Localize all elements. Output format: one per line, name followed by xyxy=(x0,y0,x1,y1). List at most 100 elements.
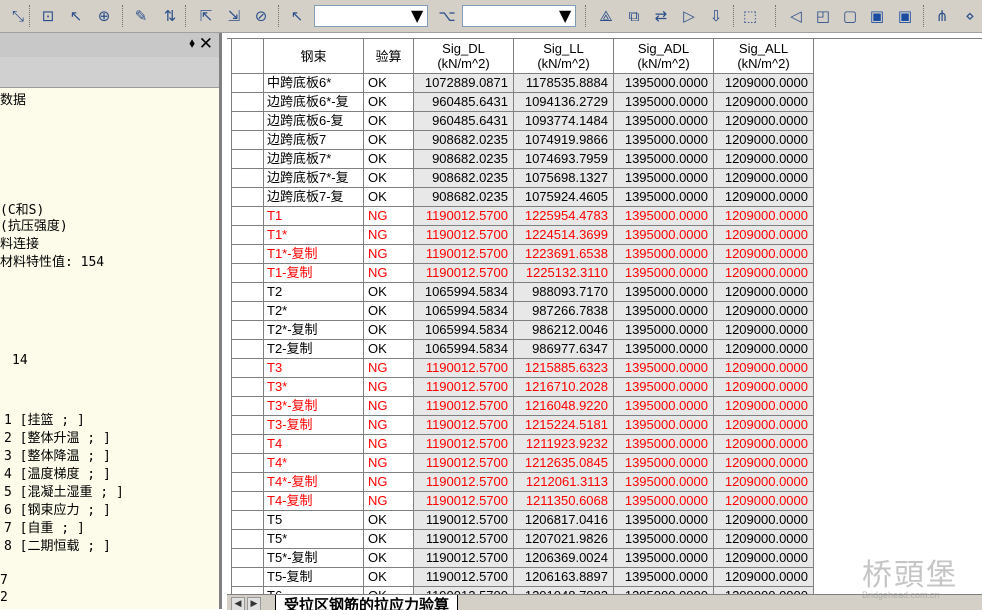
table-row[interactable]: 边跨底板7 OK 908682.0235 1074919.9866 1395000.00… xyxy=(231,130,814,150)
sig-ll-cell[interactable]: 1094136.2729 xyxy=(513,92,614,112)
table-row[interactable]: T2 OK 1065994.5834 988093.7170 1395000.0000 1… xyxy=(231,282,814,302)
sig-adl-cell[interactable]: 1395000.0000 xyxy=(613,225,714,245)
sig-adl-cell[interactable]: 1395000.0000 xyxy=(613,453,714,473)
sig-all-cell[interactable]: 1209000.0000 xyxy=(713,472,814,492)
check-cell[interactable]: OK xyxy=(363,320,414,340)
sig-all-cell[interactable]: 1209000.0000 xyxy=(713,149,814,169)
sig-ll-cell[interactable]: 988093.7170 xyxy=(513,282,614,302)
col-header-sig-all[interactable]: Sig_ALL (kN/m^2) xyxy=(713,38,814,74)
tendon-cell[interactable]: T1 xyxy=(263,206,364,226)
sig-ll-cell[interactable]: 1178535.8884 xyxy=(513,73,614,93)
table-row[interactable]: T3*-复制 NG 1190012.5700 1216048.9220 1395000.… xyxy=(231,396,814,416)
sig-dl-cell[interactable]: 908682.0235 xyxy=(413,130,514,150)
check-cell[interactable]: OK xyxy=(363,92,414,112)
tendon-cell[interactable]: T4*-复制 xyxy=(263,472,364,492)
tendon-cell[interactable]: T4-复制 xyxy=(263,491,364,511)
bracket-icon[interactable]: ⧉ xyxy=(624,6,644,26)
sig-ll-cell[interactable]: 1075924.4605 xyxy=(513,187,614,207)
tendon-cell[interactable]: 边跨底板6-复 xyxy=(263,111,364,131)
tendon-cell[interactable]: T3*-复制 xyxy=(263,396,364,416)
sig-ll-cell[interactable]: 1207021.9826 xyxy=(513,529,614,549)
row-header[interactable] xyxy=(231,415,264,435)
row-header[interactable] xyxy=(231,358,264,378)
tree-item[interactable]: 6 [钢束应力 ; ] xyxy=(4,503,111,519)
sig-all-cell[interactable]: 1209000.0000 xyxy=(713,491,814,511)
table-row[interactable]: T3* NG 1190012.5700 1216710.2028 1395000.000… xyxy=(231,377,814,397)
sig-all-cell[interactable]: 1209000.0000 xyxy=(713,206,814,226)
col-header-sig-dl[interactable]: Sig_DL (kN/m^2) xyxy=(413,38,514,74)
sig-adl-cell[interactable]: 1395000.0000 xyxy=(613,168,714,188)
sig-ll-cell[interactable]: 1206163.8897 xyxy=(513,567,614,587)
sig-dl-cell[interactable]: 960485.6431 xyxy=(413,111,514,131)
check-cell[interactable]: OK xyxy=(363,567,414,587)
sig-all-cell[interactable]: 1209000.0000 xyxy=(713,529,814,549)
sig-adl-cell[interactable]: 1395000.0000 xyxy=(613,73,714,93)
tendon-cell[interactable]: T2*-复制 xyxy=(263,320,364,340)
sig-dl-cell[interactable]: 1190012.5700 xyxy=(413,225,514,245)
table-row[interactable]: T2-复制 OK 1065994.5834 986977.6347 1395000.00… xyxy=(231,339,814,359)
check-cell[interactable]: NG xyxy=(363,377,414,397)
sig-adl-cell[interactable]: 1395000.0000 xyxy=(613,244,714,264)
sig-all-cell[interactable]: 1209000.0000 xyxy=(713,339,814,359)
tendon-cell[interactable]: T2* xyxy=(263,301,364,321)
rotate-view-icon[interactable]: ⊕ xyxy=(94,6,114,26)
sig-adl-cell[interactable]: 1395000.0000 xyxy=(613,339,714,359)
sig-adl-cell[interactable]: 1395000.0000 xyxy=(613,548,714,568)
sig-all-cell[interactable]: 1209000.0000 xyxy=(713,263,814,283)
table-row[interactable]: 边跨底板6-复 OK 960485.6431 1093774.1484 1395000.… xyxy=(231,111,814,131)
select-tool-icon[interactable]: ⤡ xyxy=(8,6,28,26)
sig-dl-cell[interactable]: 1190012.5700 xyxy=(413,377,514,397)
sig-dl-cell[interactable]: 1190012.5700 xyxy=(413,491,514,511)
sig-dl-cell[interactable]: 1190012.5700 xyxy=(413,567,514,587)
tendon-cell[interactable]: 边跨底板6*-复 xyxy=(263,92,364,112)
tree-item[interactable]: 7 [自重 ; ] xyxy=(4,521,85,537)
sig-all-cell[interactable]: 1209000.0000 xyxy=(713,92,814,112)
swap-icon[interactable]: ⇄ xyxy=(651,6,671,26)
sig-dl-cell[interactable]: 1190012.5700 xyxy=(413,548,514,568)
sig-all-cell[interactable]: 1209000.0000 xyxy=(713,225,814,245)
sig-ll-cell[interactable]: 1223691.6538 xyxy=(513,244,614,264)
monitor-icon[interactable]: ▣ xyxy=(867,6,887,26)
filter-node-icon[interactable]: ⌥ xyxy=(437,6,457,26)
tree-item[interactable]: 3 [整体降温 ; ] xyxy=(4,449,111,465)
tendon-cell[interactable]: T5-复制 xyxy=(263,567,364,587)
tab-next-icon[interactable]: ▶ xyxy=(247,597,261,610)
corner-cell[interactable] xyxy=(231,38,264,74)
col-header-sig-ll[interactable]: Sig_LL (kN/m^2) xyxy=(513,38,614,74)
tendon-cell[interactable]: 边跨底板7*-复 xyxy=(263,168,364,188)
sig-ll-cell[interactable]: 1074693.7959 xyxy=(513,149,614,169)
tendon-cell[interactable]: T2-复制 xyxy=(263,339,364,359)
table-row[interactable]: 边跨底板6*-复 OK 960485.6431 1094136.2729 1395000… xyxy=(231,92,814,112)
sig-ll-cell[interactable]: 1225132.3110 xyxy=(513,263,614,283)
pin-icon[interactable]: ⬧ xyxy=(189,36,195,51)
sig-ll-cell[interactable]: 1225954.4783 xyxy=(513,206,614,226)
check-cell[interactable]: OK xyxy=(363,282,414,302)
row-header[interactable] xyxy=(231,377,264,397)
tendon-cell[interactable]: T5*-复制 xyxy=(263,548,364,568)
sig-all-cell[interactable]: 1209000.0000 xyxy=(713,168,814,188)
tree-item[interactable]: 4 [温度梯度 ; ] xyxy=(4,467,111,483)
table-row[interactable]: T2* OK 1065994.5834 987266.7838 1395000.0000… xyxy=(231,301,814,321)
sig-all-cell[interactable]: 1209000.0000 xyxy=(713,282,814,302)
sig-all-cell[interactable]: 1209000.0000 xyxy=(713,187,814,207)
sig-all-cell[interactable]: 1209000.0000 xyxy=(713,358,814,378)
sig-adl-cell[interactable]: 1395000.0000 xyxy=(613,187,714,207)
sig-all-cell[interactable]: 1209000.0000 xyxy=(713,111,814,131)
sig-adl-cell[interactable]: 1395000.0000 xyxy=(613,206,714,226)
sig-all-cell[interactable]: 1209000.0000 xyxy=(713,510,814,530)
sig-dl-cell[interactable]: 1065994.5834 xyxy=(413,301,514,321)
row-header[interactable] xyxy=(231,301,264,321)
sig-dl-cell[interactable]: 1072889.0871 xyxy=(413,73,514,93)
check-cell[interactable]: OK xyxy=(363,149,414,169)
sig-ll-cell[interactable]: 987266.7838 xyxy=(513,301,614,321)
tree-item[interactable]: 2 xyxy=(0,590,8,606)
row-header[interactable] xyxy=(231,111,264,131)
tendon-cell[interactable]: T3* xyxy=(263,377,364,397)
check-cell[interactable]: OK xyxy=(363,73,414,93)
sig-adl-cell[interactable]: 1395000.0000 xyxy=(613,472,714,492)
tendon-cell[interactable]: T5 xyxy=(263,510,364,530)
sig-ll-cell[interactable]: 1224514.3699 xyxy=(513,225,614,245)
sig-all-cell[interactable]: 1209000.0000 xyxy=(713,377,814,397)
tendon-cell[interactable]: T3 xyxy=(263,358,364,378)
sig-adl-cell[interactable]: 1395000.0000 xyxy=(613,92,714,112)
